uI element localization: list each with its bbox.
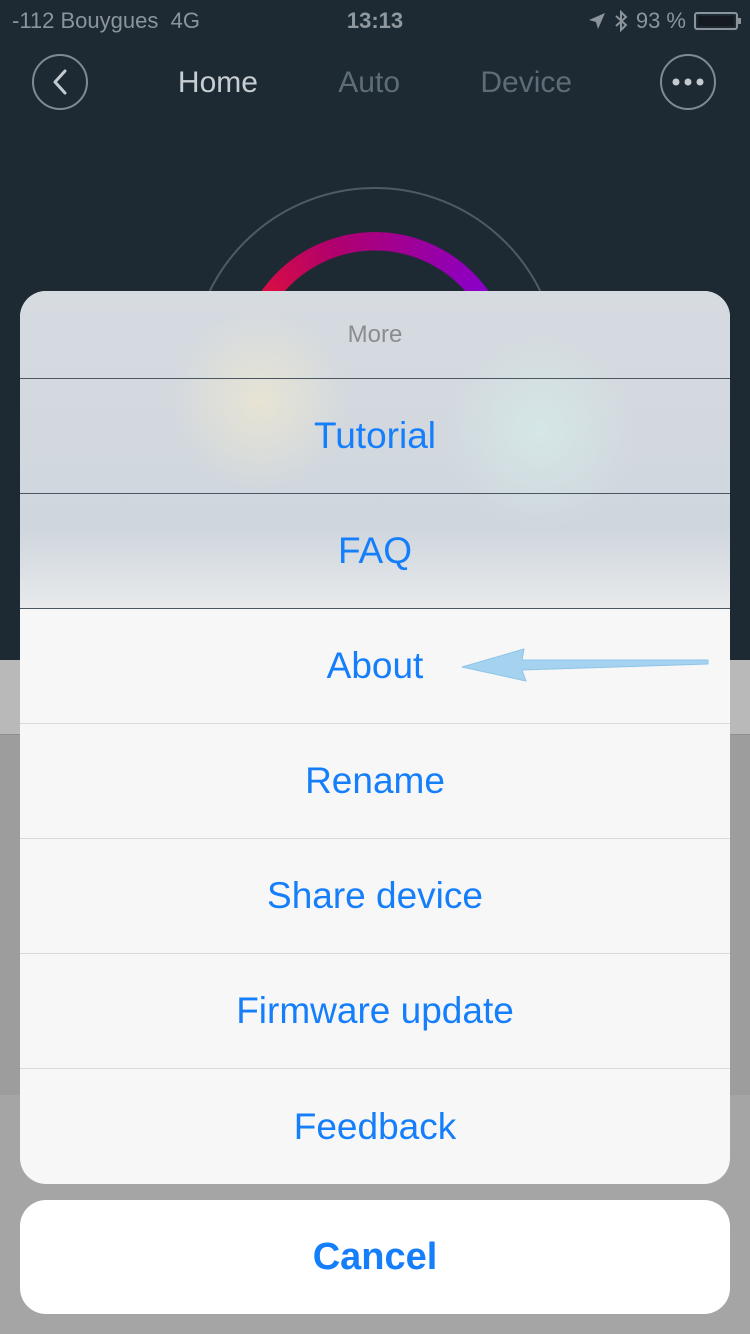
status-bar: -112 Bouygues 4G 13:13 93 %	[0, 0, 750, 40]
location-arrow-icon	[588, 13, 605, 29]
menu-item-rename[interactable]: Rename	[20, 724, 730, 839]
tab-home[interactable]: Home	[178, 66, 258, 100]
menu-item-feedback[interactable]: Feedback	[20, 1069, 730, 1184]
cancel-button[interactable]: Cancel	[20, 1200, 730, 1314]
tab-device[interactable]: Device	[480, 66, 572, 100]
menu-item-faq[interactable]: FAQ	[20, 494, 730, 609]
ellipsis-icon	[672, 78, 704, 86]
status-right: 93 %	[588, 8, 741, 34]
action-sheet: More Tutorial FAQ About Rename Share dev…	[20, 291, 730, 1184]
menu-item-share-device[interactable]: Share device	[20, 839, 730, 954]
top-nav: Home Auto Device	[0, 52, 750, 116]
tab-auto[interactable]: Auto	[338, 66, 400, 100]
nav-tabs: Home Auto Device	[0, 66, 750, 100]
menu-item-firmware-update[interactable]: Firmware update	[20, 954, 730, 1069]
sheet-title: More	[20, 291, 730, 379]
battery-percent: 93 %	[635, 8, 686, 33]
more-button[interactable]	[660, 54, 716, 110]
battery-icon	[694, 12, 741, 30]
bluetooth-icon	[615, 10, 628, 32]
menu-item-tutorial[interactable]: Tutorial	[20, 379, 730, 494]
pointer-arrow-icon	[461, 648, 709, 682]
